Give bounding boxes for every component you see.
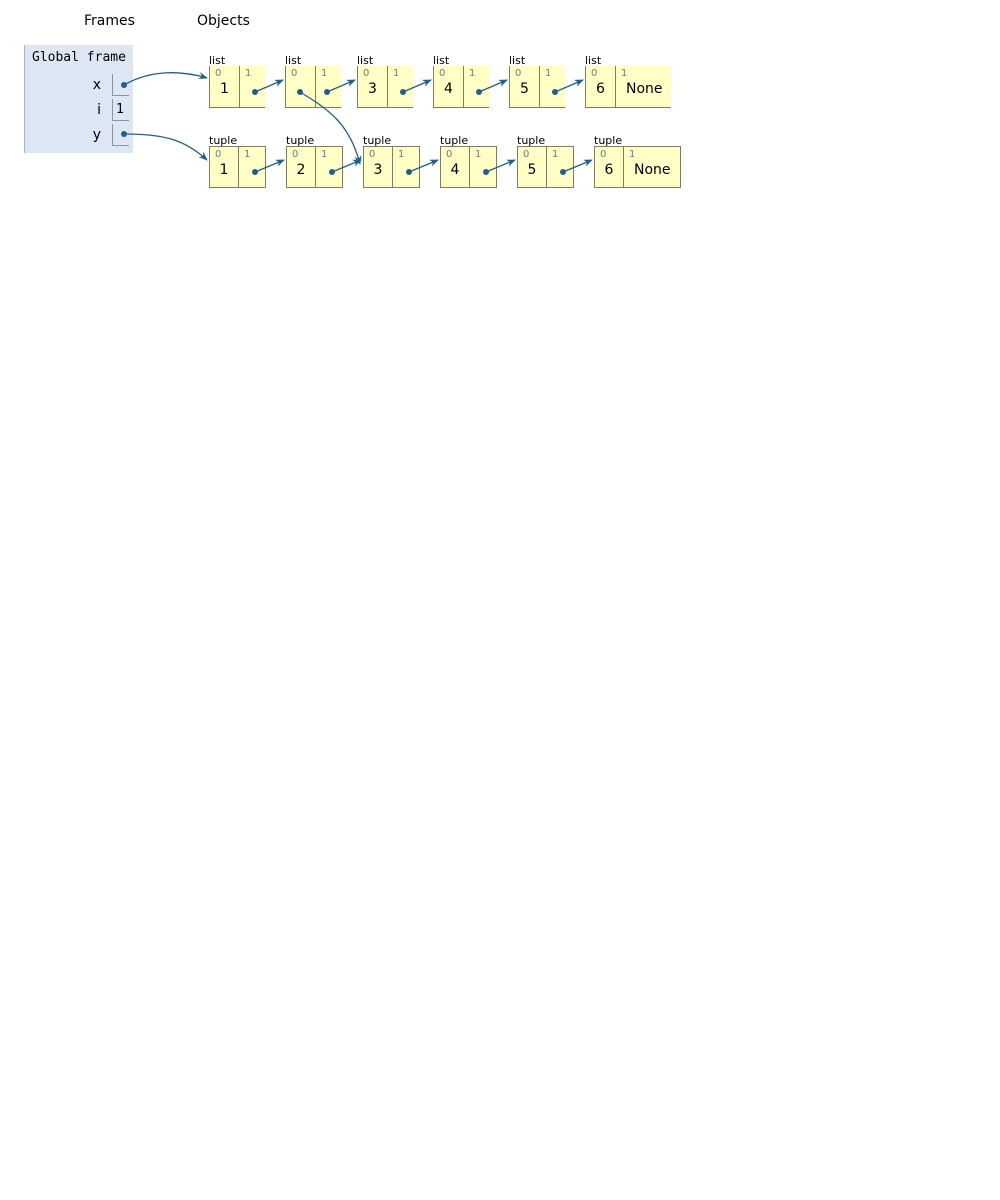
frame-title: Global frame [32, 50, 126, 65]
pointer-y [123, 133, 208, 161]
index-label: 0 [215, 68, 222, 79]
list-cell-1: 1 [315, 66, 341, 108]
index-label: 0 [292, 149, 299, 160]
index-label: 0 [215, 149, 222, 160]
index-label: 0 [363, 68, 370, 79]
var-name-y: y [92, 127, 101, 143]
index-label: 0 [591, 68, 598, 79]
index-label: 1 [244, 149, 251, 160]
cell-value: 5 [520, 81, 529, 97]
pointer-x [123, 72, 208, 86]
tuple-cell-0: 0 4 [440, 146, 470, 188]
var-name-i: i [97, 102, 101, 118]
list-cell-0: 0 4 [433, 66, 463, 108]
tuple-cell-0: 0 1 [209, 146, 239, 188]
cell-value: 3 [373, 162, 383, 178]
tuple-cell-1: 1 [547, 146, 574, 188]
list-cell-0: 0 5 [509, 66, 539, 108]
tuple-cell-0: 0 2 [286, 146, 316, 188]
index-label: 1 [321, 149, 328, 160]
tuple-cell-0: 0 5 [517, 146, 547, 188]
list-cell-0: 0 1 [209, 66, 239, 108]
var-name-x: x [92, 77, 101, 93]
cell-value: 4 [444, 81, 453, 97]
frames-heading: Frames [84, 13, 135, 29]
cell-value: 5 [527, 162, 537, 178]
index-label: 0 [291, 68, 298, 79]
tuple-cell-0: 0 3 [363, 146, 393, 188]
list-cell-1: 1 None [615, 66, 671, 108]
index-label: 0 [369, 149, 376, 160]
index-label: 0 [600, 149, 607, 160]
tuple-cell-1: 1 [239, 146, 266, 188]
cell-value: 6 [596, 81, 605, 97]
list-cell-1: 1 [463, 66, 489, 108]
pointer-arrows [121, 72, 593, 175]
index-label: 0 [439, 68, 446, 79]
index-label: 1 [552, 149, 559, 160]
list-cell-0: 0 3 [357, 66, 387, 108]
cell-value: 1 [220, 81, 229, 97]
tuple-cell-1: 1 [316, 146, 343, 188]
list-cell-1: 1 [387, 66, 413, 108]
list-cell-1: 1 [239, 66, 265, 108]
index-label: 1 [469, 68, 476, 79]
var-value-y [112, 124, 129, 146]
index-label: 1 [398, 149, 405, 160]
var-value-i: 1 [112, 99, 129, 121]
index-label: 1 [321, 68, 328, 79]
index-label: 1 [393, 68, 400, 79]
cell-value: None [634, 162, 671, 178]
cell-value: 2 [296, 162, 306, 178]
index-label: 0 [515, 68, 522, 79]
index-label: 0 [523, 149, 530, 160]
index-label: 0 [446, 149, 453, 160]
tuple-cell-0: 0 6 [594, 146, 624, 188]
tuple-cell-1: 1 None [624, 146, 681, 188]
global-frame: Global frame x i 1 y [24, 45, 133, 153]
index-label: 1 [245, 68, 252, 79]
index-label: 1 [621, 68, 628, 79]
var-value-x [112, 74, 129, 96]
cell-value: 6 [604, 162, 614, 178]
index-label: 1 [629, 149, 636, 160]
tuple-cell-1: 1 [393, 146, 420, 188]
list-cell-1: 1 [539, 66, 565, 108]
cell-value: None [626, 81, 663, 97]
index-label: 1 [475, 149, 482, 160]
objects-heading: Objects [197, 13, 250, 29]
tuple-cell-1: 1 [470, 146, 497, 188]
list-cell-0: 0 [285, 66, 315, 108]
index-label: 1 [545, 68, 552, 79]
list-cell-0: 0 6 [585, 66, 615, 108]
cell-value: 4 [450, 162, 460, 178]
cell-value: 1 [219, 162, 229, 178]
cell-value: 3 [368, 81, 377, 97]
